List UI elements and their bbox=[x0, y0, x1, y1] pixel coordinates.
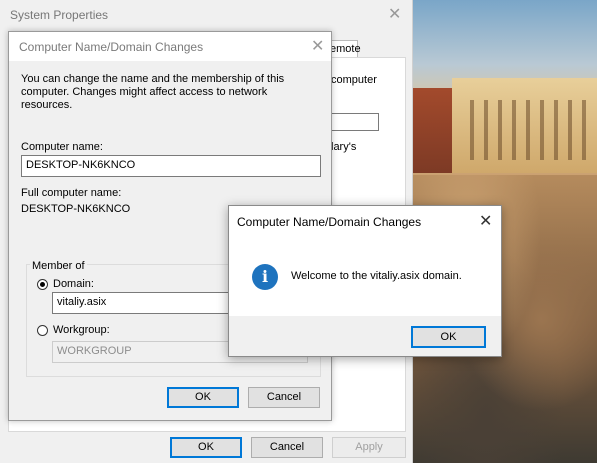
close-icon[interactable]: ✕ bbox=[388, 4, 401, 24]
panel-text-fragment: lary's bbox=[331, 141, 357, 153]
system-properties-title: System Properties bbox=[10, 8, 109, 22]
cancel-button[interactable]: Cancel bbox=[248, 387, 320, 408]
full-computer-name-value: DESKTOP-NK6KNCO bbox=[21, 203, 131, 215]
ok-button[interactable]: OK bbox=[170, 437, 242, 458]
workgroup-radio[interactable] bbox=[37, 325, 48, 336]
info-icon: i bbox=[252, 264, 278, 290]
cancel-button[interactable]: Cancel bbox=[251, 437, 323, 458]
wallpaper-building-windows bbox=[460, 100, 590, 160]
close-icon[interactable]: ✕ bbox=[479, 211, 492, 231]
panel-text-fragment: computer bbox=[331, 74, 377, 86]
member-of-label: Member of bbox=[30, 260, 87, 272]
dialog-title: Computer Name/Domain Changes bbox=[19, 40, 204, 54]
dialog-description: You can change the name and the membersh… bbox=[21, 73, 285, 111]
message-title: Computer Name/Domain Changes bbox=[237, 215, 422, 229]
domain-label: Domain: bbox=[53, 278, 94, 290]
close-icon[interactable]: ✕ bbox=[311, 36, 324, 56]
welcome-message-text: Welcome to the vitaliy.asix domain. bbox=[291, 270, 462, 282]
full-computer-name-label: Full computer name: bbox=[21, 187, 122, 199]
wallpaper-tower bbox=[412, 88, 457, 173]
welcome-message-box: Computer Name/Domain Changes ✕ i Welcome… bbox=[228, 205, 502, 357]
apply-button[interactable]: Apply bbox=[332, 437, 406, 458]
workgroup-label: Workgroup: bbox=[53, 324, 110, 336]
computer-name-input[interactable]: DESKTOP-NK6KNCO bbox=[21, 155, 321, 177]
computer-description-input[interactable] bbox=[331, 113, 379, 131]
domain-radio[interactable] bbox=[37, 279, 48, 290]
ok-button[interactable]: OK bbox=[411, 326, 486, 348]
computer-name-label: Computer name: bbox=[21, 141, 103, 153]
message-content: i Welcome to the vitaliy.asix domain. bbox=[229, 236, 501, 316]
ok-button[interactable]: OK bbox=[167, 387, 239, 408]
